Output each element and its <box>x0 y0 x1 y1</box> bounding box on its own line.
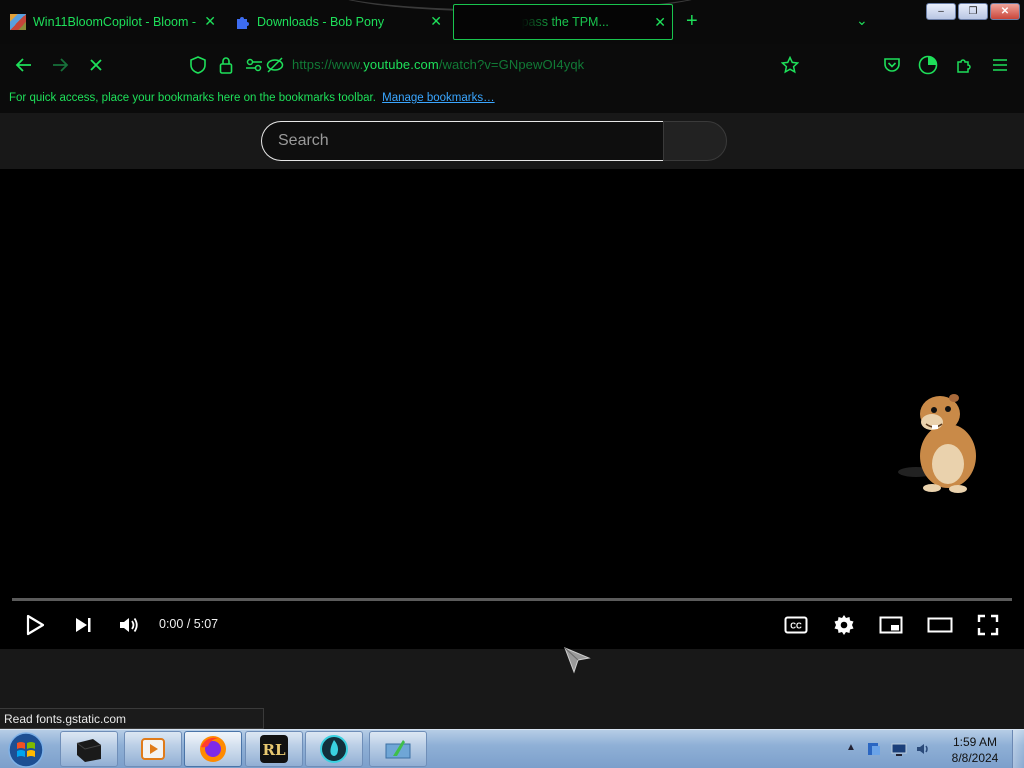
tab-title: How to bypass the TPM... <box>466 15 609 29</box>
new-tab-button[interactable]: + <box>686 10 698 33</box>
play-button[interactable] <box>22 612 48 638</box>
permissions-icon[interactable] <box>243 54 265 76</box>
theater-mode-icon[interactable] <box>927 612 953 638</box>
tab-bloom[interactable]: Win11BloomCopilot - Bloom - ✕ <box>0 4 222 40</box>
volume-icon[interactable] <box>116 612 142 638</box>
bloom-favicon-icon <box>10 14 26 30</box>
duration: 5:07 <box>193 617 219 631</box>
url-bar[interactable]: https://www.youtube.com/watch?v=GNpewOI4… <box>292 57 584 72</box>
show-desktop-button[interactable] <box>1012 730 1024 768</box>
stop-loading-icon[interactable] <box>85 54 107 76</box>
svg-text:RL: RL <box>262 741 285 759</box>
miniplayer-icon[interactable] <box>878 612 904 638</box>
status-panel: Read fonts.gstatic.com <box>0 708 264 729</box>
explorer-app-icon <box>385 740 411 759</box>
subtitles-cc-icon[interactable]: CC <box>783 612 809 638</box>
navigation-toolbar: https://www.youtube.com/watch?v=GNpewOI4… <box>0 44 1024 86</box>
youtube-search-box <box>261 121 664 161</box>
manage-bookmarks-link[interactable]: Manage bookmarks… <box>382 92 495 104</box>
start-button[interactable] <box>4 731 48 768</box>
account-sync-icon[interactable] <box>917 54 939 76</box>
current-time: 0:00 <box>159 617 184 631</box>
tray-security-icon[interactable] <box>866 741 882 757</box>
url-scheme: https://www. <box>292 57 364 72</box>
minimize-button[interactable]: ‒ <box>926 3 956 20</box>
windows-taskbar: RL ▲ 1:59 AM 8/8/2024 <box>0 729 1024 768</box>
hamburger-menu-icon[interactable] <box>989 54 1011 76</box>
close-window-button[interactable]: ✕ <box>990 3 1020 20</box>
tab-strip: Win11BloomCopilot - Bloom - ✕ Downloads … <box>0 0 1024 44</box>
show-hidden-icons-arrow-icon[interactable]: ▲ <box>846 742 856 753</box>
taskbar-media-player-button[interactable] <box>124 731 182 767</box>
youtube-masthead <box>0 113 1024 169</box>
firefox-icon <box>200 736 226 762</box>
pocket-icon[interactable] <box>881 54 903 76</box>
bookmarks-toolbar: For quick access, place your bookmarks h… <box>0 86 1024 113</box>
url-path: /watch?v=GNpewOI4yqk <box>438 57 585 72</box>
taskbar-clock[interactable]: 1:59 AM 8/8/2024 <box>940 734 1010 766</box>
extensions-puzzle-icon[interactable] <box>953 54 975 76</box>
autoplay-blocked-icon[interactable] <box>264 54 286 76</box>
clock-date: 8/8/2024 <box>951 751 999 765</box>
close-tab-icon[interactable]: ✕ <box>654 14 666 31</box>
settings-gear-icon[interactable] <box>831 612 857 638</box>
list-all-tabs-chevron-icon[interactable]: ⌄ <box>856 12 868 29</box>
tray-volume-icon[interactable] <box>915 741 931 757</box>
terminal-icon <box>76 739 102 762</box>
tab-youtube-active[interactable]: How to bypass the TPM... ✕ <box>453 4 673 40</box>
rl-app-icon: RL <box>260 735 288 763</box>
tab-downloads[interactable]: Downloads - Bob Pony ✕ <box>226 4 448 40</box>
tray-network-icon[interactable] <box>891 741 907 757</box>
taskbar-flame-app-button[interactable] <box>305 731 363 767</box>
close-tab-icon[interactable]: ✕ <box>430 13 442 30</box>
youtube-search-input[interactable] <box>262 122 664 160</box>
window-controls: ‒ ❐ ✕ <box>926 3 1020 20</box>
taskbar-firefox-button[interactable] <box>184 731 242 767</box>
url-host: youtube.com <box>363 57 439 72</box>
lock-icon[interactable] <box>215 54 237 76</box>
video-player[interactable] <box>0 169 1024 649</box>
close-tab-icon[interactable]: ✕ <box>204 13 216 30</box>
restore-button[interactable]: ❐ <box>958 3 988 20</box>
taskbar-terminal-button[interactable] <box>60 731 118 767</box>
next-video-button[interactable] <box>70 612 96 638</box>
taskbar-rl-app-button[interactable]: RL <box>245 731 303 767</box>
tab-title: Downloads - Bob Pony <box>257 15 385 29</box>
mouse-pointer-icon <box>564 647 591 674</box>
tracking-protection-shield-icon[interactable] <box>187 54 209 76</box>
clock-time: 1:59 AM <box>952 735 998 749</box>
bookmarks-hint: For quick access, place your bookmarks h… <box>9 92 376 104</box>
youtube-search-button[interactable] <box>663 121 727 161</box>
taskbar-explorer-app-button[interactable] <box>369 731 427 767</box>
back-arrow-icon[interactable] <box>13 54 35 76</box>
forward-arrow-icon[interactable] <box>49 54 71 76</box>
hamster-image <box>898 394 976 493</box>
video-progress-bar[interactable] <box>12 598 1012 601</box>
svg-text:CC: CC <box>790 622 802 631</box>
tab-title: Win11BloomCopilot - Bloom - <box>33 15 197 29</box>
fullscreen-icon[interactable] <box>975 612 1001 638</box>
bookmark-star-icon[interactable] <box>779 54 801 76</box>
time-display: 0:00 / 5:07 <box>159 617 219 631</box>
puzzle-favicon-icon <box>237 17 249 29</box>
media-player-icon <box>141 738 165 760</box>
flame-app-icon <box>320 735 348 763</box>
screen: Win11BloomCopilot - Bloom - ✕ Downloads … <box>0 0 1024 768</box>
